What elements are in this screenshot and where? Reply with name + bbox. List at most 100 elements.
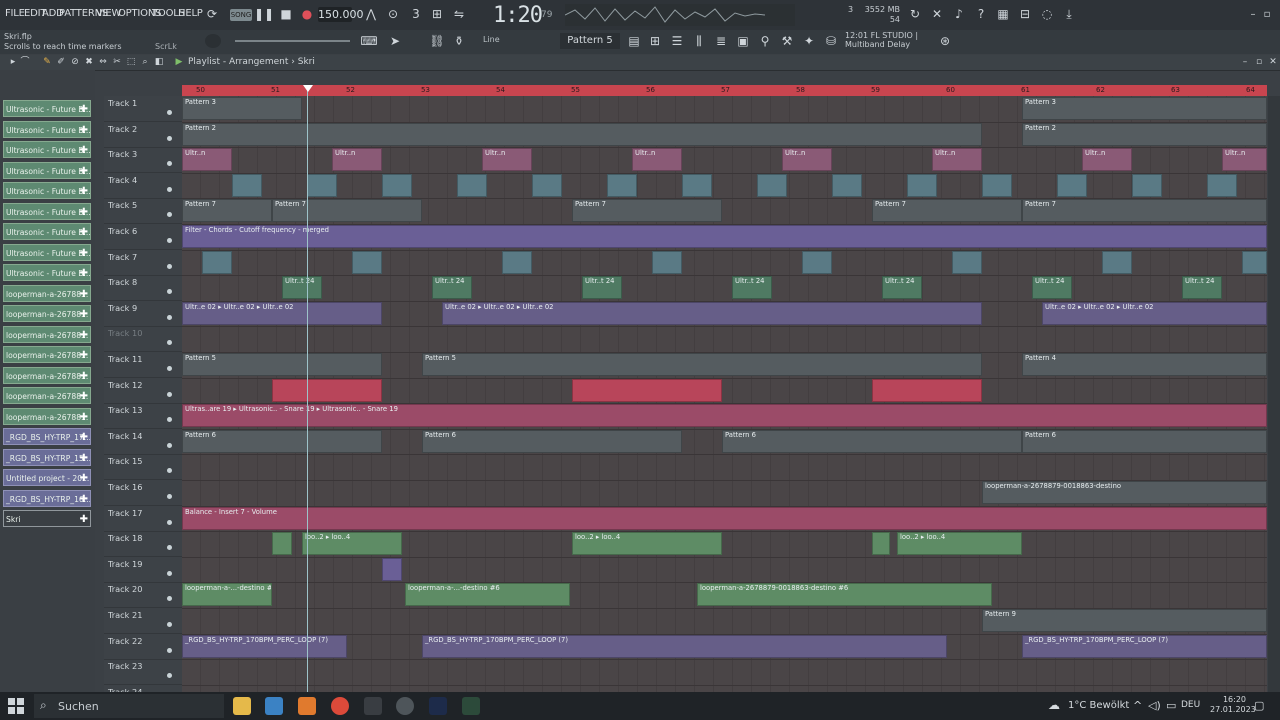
channel-plus-icon[interactable]: ✚ [80, 265, 88, 280]
refresh-icon[interactable]: ↻ [906, 6, 924, 23]
channel-plus-icon[interactable]: ✚ [80, 409, 88, 424]
playlist-clip[interactable]: Pattern 6 [1022, 429, 1267, 453]
windows-start-icon[interactable] [8, 698, 24, 714]
playlist-clip[interactable]: Pattern 7 [1022, 199, 1267, 223]
network-icon[interactable]: ▭ [1166, 699, 1176, 712]
track-dot-icon[interactable] [167, 570, 172, 576]
track-dot-icon[interactable] [167, 519, 172, 525]
track-header[interactable]: Track 1 [104, 96, 182, 122]
account-icon[interactable]: ⊛ [936, 33, 954, 50]
track-dot-icon[interactable] [167, 263, 172, 269]
track-header[interactable]: Track 20 [104, 582, 182, 609]
track-header[interactable]: Track 2 [104, 122, 182, 148]
track-dot-icon[interactable] [167, 161, 172, 167]
track-lane[interactable] [182, 659, 1267, 686]
track-header[interactable]: Track 10 [104, 326, 182, 353]
channel-plus-icon[interactable]: ✚ [80, 327, 88, 342]
file-explorer-icon[interactable] [233, 697, 251, 715]
playlist-clip[interactable]: Ultr..e 02 ▸ Ultr..e 02 ▸ Ultr..e 02 [1042, 301, 1267, 325]
playlist-clip[interactable]: Pattern 7 [872, 199, 1022, 223]
vertical-scrollbar[interactable] [1268, 96, 1280, 692]
record-icon[interactable]: ● [298, 6, 316, 23]
download-icon[interactable]: ⤓ [1060, 6, 1078, 23]
playlist-clip[interactable] [1102, 250, 1132, 274]
track-lane[interactable] [182, 557, 1267, 584]
channel-plus-icon[interactable]: ✚ [80, 368, 88, 383]
plugin-picker-icon[interactable]: ▣ [734, 33, 752, 50]
stamp-icon[interactable]: ⚱ [450, 33, 468, 50]
track-dot-icon[interactable] [167, 417, 172, 423]
timeline-ruler[interactable]: 50 51 52 53 54 55 56 57 58 59 60 61 62 63 64 [182, 85, 1267, 96]
playlist-clip[interactable] [652, 250, 682, 274]
playlist-clip[interactable]: Pattern 2 [1022, 122, 1267, 146]
playlist-clip[interactable]: loo..2 ▸ loo..4 [572, 532, 722, 556]
track-dot-icon[interactable] [167, 110, 172, 115]
track-dot-icon[interactable] [167, 673, 172, 679]
playlist-clip[interactable]: Pattern 3 [182, 97, 302, 120]
playlist-clip[interactable]: Ultr..n [1082, 148, 1132, 172]
playlist-clip[interactable]: Ultr..n [182, 148, 232, 172]
channel-button[interactable]: looperman-a-26788... ✚ [3, 346, 91, 363]
chrome-icon[interactable] [331, 697, 349, 715]
track-lane[interactable] [182, 454, 1267, 481]
track-header[interactable]: Track 22 [104, 634, 182, 660]
channel-plus-icon[interactable]: ✚ [80, 101, 88, 116]
playlist-grid[interactable]: Pattern 3 Pattern 3 Pattern 2 Pattern 2 Ultr… [182, 96, 1267, 712]
channel-plus-icon[interactable]: ✚ [80, 347, 88, 362]
track-dot-icon[interactable] [167, 289, 172, 295]
mic-icon[interactable]: ♪ [950, 6, 968, 23]
playlist-clip[interactable]: Ultr..n [932, 148, 982, 172]
channel-button[interactable]: Ultrasonic - Future B... ✚ [3, 264, 91, 281]
playlist-clip[interactable]: Ultr..n [332, 148, 382, 172]
track-header[interactable]: Track 5 [104, 198, 182, 225]
playlist-clip[interactable]: Ultr..e 02 ▸ Ultr..e 02 ▸ Ultr..e 02 [442, 301, 982, 325]
system-clock[interactable]: 16:20 27.01.2023 [1210, 695, 1256, 715]
track-header[interactable]: Track 8 [104, 275, 182, 302]
playlist-clip[interactable] [607, 173, 637, 197]
channel-button[interactable]: Ultrasonic - Future B... ✚ [3, 161, 91, 179]
track-header[interactable]: Track 7 [104, 250, 182, 276]
channel-button[interactable]: Ultrasonic - Future B... ✚ [3, 223, 91, 240]
store-icon[interactable] [265, 697, 283, 715]
play-triangle-icon[interactable]: ▶ [170, 55, 188, 69]
channel-plus-icon[interactable]: ✚ [80, 163, 88, 178]
playlist-clip[interactable]: Ultr..t 24 [882, 276, 922, 300]
chevron-up-icon[interactable]: ^ [1133, 699, 1142, 712]
playlist-clip[interactable] [232, 173, 262, 197]
piano-roll-icon[interactable]: ⊞ [646, 33, 664, 50]
playlist-clip[interactable] [202, 250, 232, 274]
playlist-clip[interactable] [832, 173, 862, 197]
blend-icon[interactable]: ⇋ [450, 6, 468, 23]
channel-button[interactable]: looperman-a-26788... ✚ [3, 325, 91, 343]
track-header[interactable]: Track 13 [104, 403, 182, 430]
channel-button[interactable]: Ultrasonic - Future B... ✚ [3, 100, 91, 117]
track-header[interactable]: Track 19 [104, 557, 182, 583]
playlist-clip[interactable]: Pattern 6 [722, 429, 1022, 453]
tuning-icon[interactable]: ⚲ [756, 33, 774, 50]
track-lane[interactable] [182, 275, 1267, 302]
playlist-clip[interactable] [757, 173, 787, 197]
notification-icon[interactable]: ▢ [1254, 699, 1264, 712]
track-dot-icon[interactable] [167, 596, 172, 602]
channel-button[interactable]: looperman-a-26788... ✚ [3, 284, 91, 302]
playhead[interactable] [307, 85, 308, 692]
playlist-clip[interactable]: Ultr..n [482, 148, 532, 172]
playlist-clip[interactable] [382, 173, 412, 197]
track-header[interactable]: Track 11 [104, 352, 182, 378]
playlist-clip[interactable] [352, 250, 382, 274]
pause-icon[interactable]: ❚❚ [254, 6, 274, 23]
playlist-clip[interactable]: Ultr..n [782, 148, 832, 172]
track-header[interactable]: Track 15 [104, 454, 182, 481]
channel-button[interactable]: Ultrasonic - Future B... ✚ [3, 202, 91, 220]
menu-help[interactable]: HELP [178, 8, 203, 19]
track-header[interactable]: Track 9 [104, 301, 182, 327]
track-header[interactable]: Track 23 [104, 659, 182, 686]
browser-icon[interactable]: ≣ [712, 33, 730, 50]
track-header[interactable]: Track 6 [104, 224, 182, 250]
playlist-clip[interactable] [1057, 173, 1087, 197]
channel-button[interactable]: Ultrasonic - Future B... ✚ [3, 182, 91, 199]
playlist-clip[interactable]: Pattern 7 [182, 199, 272, 223]
playlist-clip[interactable] [572, 378, 722, 402]
playlist-clip[interactable]: loo..2 ▸ loo..4 [302, 532, 402, 556]
playlist-clip[interactable] [502, 250, 532, 274]
